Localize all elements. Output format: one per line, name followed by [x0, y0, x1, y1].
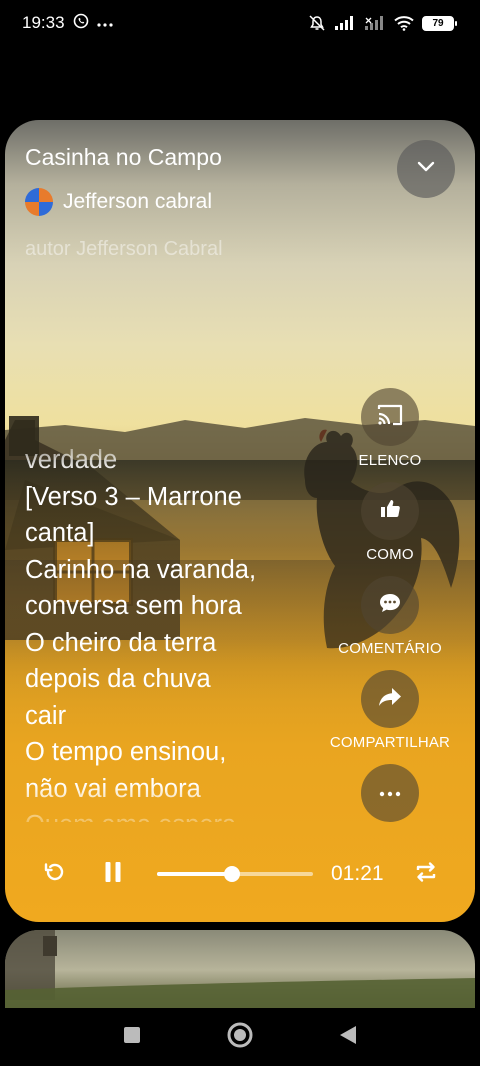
signal-icon-2	[364, 15, 386, 31]
repeat-button[interactable]	[411, 854, 441, 894]
share-action[interactable]: COMPARTILHAR	[310, 670, 470, 751]
artist-name[interactable]: Jefferson cabral	[63, 190, 212, 214]
mute-icon	[308, 14, 326, 32]
back-button[interactable]	[339, 1025, 357, 1050]
share-icon	[378, 686, 402, 713]
lyric-line: [Verso 3 – Marrone	[25, 482, 242, 511]
seek-bar-progress	[157, 872, 232, 876]
lyric-line: conversa sem hora	[25, 592, 242, 620]
cast-button[interactable]	[361, 388, 419, 446]
seek-bar[interactable]	[157, 866, 313, 882]
lyric-line: verdade	[25, 446, 118, 474]
seek-bar-thumb[interactable]	[223, 866, 240, 882]
system-nav-bar	[0, 1008, 480, 1066]
lyrics-panel[interactable]: verdade [Verso 3 – Marrone canta] Carinh…	[25, 442, 325, 822]
battery-icon: 79	[422, 15, 457, 31]
elapsed-time: 01:21	[331, 862, 384, 885]
comment-action[interactable]: COMENTÁRIO	[310, 576, 470, 657]
like-label: COMO	[366, 546, 414, 563]
status-time: 19:33	[22, 13, 65, 32]
avatar[interactable]	[25, 188, 53, 216]
more-action[interactable]	[310, 764, 470, 822]
status-bar: 19:33 79	[0, 0, 480, 46]
pause-button[interactable]	[98, 854, 128, 894]
player-controls: 01:21	[5, 840, 475, 908]
more-icon	[96, 13, 113, 33]
replay-button[interactable]	[39, 854, 69, 894]
recents-button[interactable]	[123, 1026, 141, 1049]
lyric-line: cair	[25, 701, 67, 730]
signal-icon	[334, 15, 356, 31]
comment-button[interactable]	[361, 576, 419, 634]
collapse-button[interactable]	[397, 140, 455, 198]
cast-icon	[376, 403, 404, 432]
cast-action[interactable]: ELENCO	[310, 388, 470, 469]
lyric-line: Carinho na varanda,	[25, 555, 257, 584]
chevron-down-icon	[416, 160, 436, 178]
song-title: Casinha no Campo	[25, 144, 222, 170]
like-button[interactable]	[361, 482, 419, 540]
lyric-line: O cheiro da terra	[25, 628, 217, 657]
repeat-icon	[414, 861, 438, 888]
lyric-line: não vai embora	[25, 774, 201, 803]
more-button[interactable]	[361, 764, 419, 822]
player-card: Casinha no Campo Jefferson cabral autor …	[5, 120, 475, 922]
comment-label: COMENTÁRIO	[338, 640, 442, 657]
home-button[interactable]	[227, 1022, 253, 1053]
like-action[interactable]: COMO	[310, 482, 470, 563]
share-label: COMPARTILHAR	[329, 734, 451, 751]
lyric-line: depois da chuva	[25, 665, 211, 693]
lyric-line: canta]	[25, 519, 95, 547]
wifi-icon	[394, 15, 414, 31]
lyric-line: O tempo ensinou,	[25, 738, 227, 766]
share-button[interactable]	[361, 670, 419, 728]
cast-label: ELENCO	[358, 452, 422, 469]
comment-icon	[378, 592, 402, 619]
lyric-line: Quem ama espera	[25, 807, 325, 822]
thumbs-up-icon	[379, 498, 401, 525]
more-horizontal-icon	[379, 784, 401, 802]
replay-icon	[43, 861, 65, 888]
pause-icon	[104, 861, 122, 888]
whatsapp-icon	[73, 13, 89, 34]
artist-row[interactable]: Jefferson cabral	[25, 188, 212, 216]
author-line: autor Jefferson Cabral	[25, 238, 223, 260]
